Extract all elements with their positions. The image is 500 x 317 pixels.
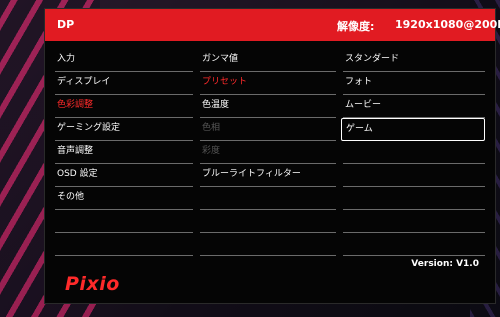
options-column: スタンダード フォト ムービー ゲーム [341, 49, 485, 256]
sub-menu-item: 彩度 [200, 141, 336, 164]
main-menu-item[interactable]: その他 [55, 187, 193, 210]
main-menu-empty-row [55, 233, 193, 256]
main-menu-item[interactable]: ゲーミング設定 [55, 118, 193, 141]
resolution-label: 解像度: [337, 20, 375, 33]
sub-menu-empty-row [200, 187, 336, 210]
osd-menu: DP 解像度: 1920x1080@200Hz 入力ディスプレイ色彩調整ゲーミン… [44, 8, 500, 304]
resolution-value: 1920x1080@200Hz [395, 18, 500, 31]
sub-menu-item: 色相 [200, 118, 336, 141]
option-item[interactable]: ムービー [343, 95, 485, 118]
main-menu-item[interactable]: 色彩調整 [55, 95, 193, 118]
sub-menu-empty-row [200, 210, 336, 233]
main-menu-item[interactable]: OSD 設定 [55, 164, 193, 187]
sub-menu-item[interactable]: 色温度 [200, 95, 336, 118]
main-menu-column: 入力 ディスプレイ 色彩調整 ゲーミング設定 音声調整 OSD 設定 その他 [55, 49, 193, 256]
sub-menu-column: ガンマ値 プリセット 色温度 色相 彩度 ブルーライトフィルター [200, 49, 336, 256]
version-label: Version: V1.0 [411, 259, 479, 269]
sub-menu-item[interactable]: ブルーライトフィルター [200, 164, 336, 187]
monitor-screen: DP 解像度: 1920x1080@200Hz 入力ディスプレイ色彩調整ゲーミン… [0, 0, 500, 317]
osd-header: DP 解像度: 1920x1080@200Hz [45, 9, 500, 41]
sub-menu-item[interactable]: プリセット [200, 72, 336, 95]
option-empty-row [343, 210, 485, 233]
sub-menu-item[interactable]: ガンマ値 [200, 49, 336, 72]
option-empty-row [343, 164, 485, 187]
input-mode-label: DP [57, 18, 75, 31]
option-item[interactable]: スタンダード [343, 49, 485, 72]
main-menu-item[interactable]: 音声調整 [55, 141, 193, 164]
option-item[interactable]: フォト [343, 72, 485, 95]
main-menu-item[interactable]: ディスプレイ [55, 72, 193, 95]
option-empty-row [343, 233, 485, 256]
option-empty-row [343, 187, 485, 210]
option-empty-row [343, 141, 485, 164]
sub-menu-empty-row [200, 233, 336, 256]
main-menu-item[interactable]: 入力 [55, 49, 193, 72]
pixio-logo: Pixio [65, 273, 120, 295]
option-item[interactable]: ゲーム [341, 118, 485, 141]
main-menu-empty-row [55, 210, 193, 233]
